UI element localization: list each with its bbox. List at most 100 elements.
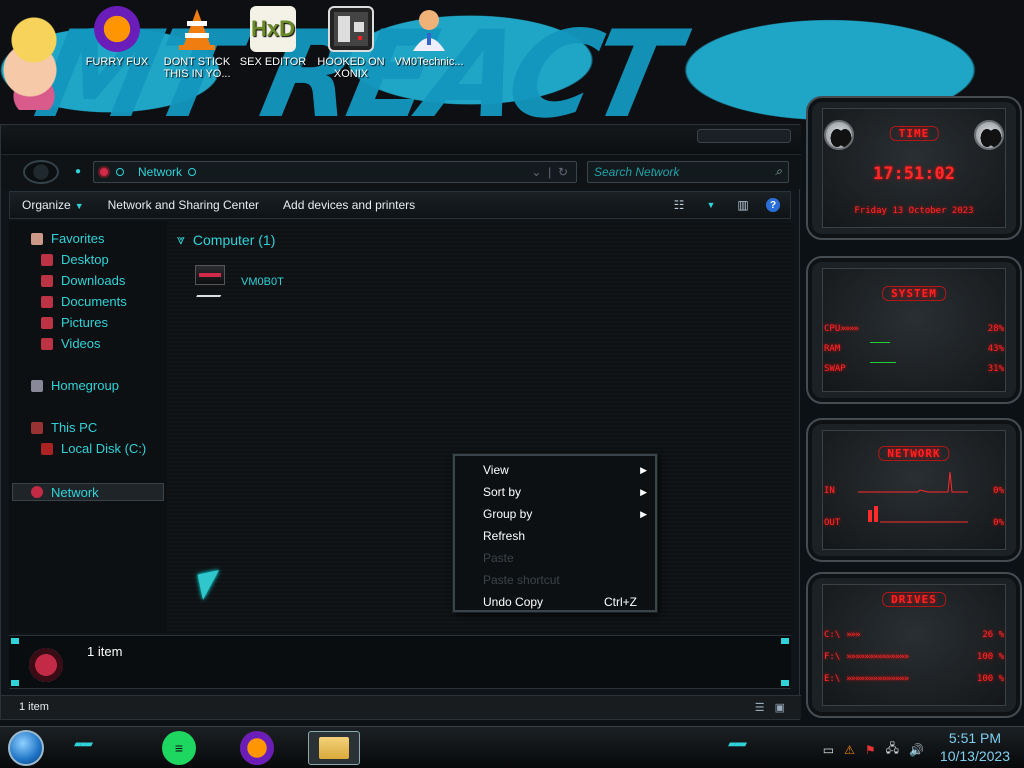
nav-videos[interactable]: Videos bbox=[41, 336, 101, 351]
nav-downloads[interactable]: Downloads bbox=[41, 273, 125, 288]
organize-button[interactable]: Organize ▼ bbox=[10, 198, 96, 212]
desktop-folder-icon bbox=[41, 253, 53, 266]
time-gadget[interactable]: TIME 17:51:02 Friday 13 October 2023 bbox=[806, 96, 1022, 240]
drive-icon bbox=[41, 442, 53, 455]
window-title-bar[interactable] bbox=[1, 125, 801, 155]
network-out-value: 0% bbox=[993, 518, 1004, 528]
window-controls[interactable] bbox=[697, 129, 791, 143]
menu-item-view[interactable]: View ▶ bbox=[455, 459, 655, 481]
taskbar: ▰▰▰ ≡ ▰▰▰ ▭ ⚠ ⚑ 🖧 🔊 5:51 PM 10/13/2023 bbox=[0, 726, 1024, 768]
drive-bar: »»»»»»»»»»»»»» bbox=[846, 652, 909, 662]
desktop-icon-furry-fux[interactable]: FURRY FUX bbox=[76, 6, 158, 68]
vlc-tray-icon[interactable]: ⚠ bbox=[844, 743, 855, 757]
add-devices-label: Add devices and printers bbox=[283, 198, 416, 212]
system-gadget[interactable]: SYSTEM CPU»»»» 28% RAM 43% SWAP 31% bbox=[806, 256, 1022, 404]
gadget-title: TIME bbox=[889, 126, 939, 141]
back-forward-orb[interactable] bbox=[23, 160, 59, 184]
help-icon[interactable]: ? bbox=[766, 198, 780, 212]
folder-icon bbox=[319, 737, 349, 759]
details-pane: 1 item bbox=[9, 635, 791, 689]
submenu-arrow-icon: ▶ bbox=[640, 487, 647, 497]
nav-network[interactable]: Network bbox=[12, 483, 164, 501]
gadget-title: DRIVES bbox=[882, 592, 946, 607]
drive-row: F:\ »»»»»»»»»»»»»» 100 % bbox=[824, 652, 1004, 662]
menu-item-refresh[interactable]: Refresh bbox=[455, 525, 655, 547]
preview-pane-icon[interactable]: ▥ bbox=[734, 196, 752, 214]
cpu-label: CPU bbox=[824, 324, 841, 334]
gadget-clock: 17:51:02 bbox=[873, 164, 955, 184]
search-placeholder: Search Network bbox=[594, 165, 680, 179]
nav-documents[interactable]: Documents bbox=[41, 294, 127, 309]
details-view-icon[interactable]: ☰ bbox=[755, 701, 765, 714]
nav-desktop[interactable]: Desktop bbox=[41, 252, 109, 267]
breadcrumb-separator-icon bbox=[188, 168, 197, 176]
chevron-down-icon[interactable]: ⩔ bbox=[177, 231, 185, 248]
taskbar-clock[interactable]: 5:51 PM 10/13/2023 bbox=[940, 729, 1010, 765]
volume-icon[interactable]: 🔊 bbox=[909, 743, 924, 757]
submenu-arrow-icon: ▶ bbox=[640, 465, 647, 475]
menu-item-undo-copy[interactable]: Undo Copy Ctrl+Z bbox=[455, 591, 655, 613]
menu-item-label: View bbox=[483, 463, 509, 477]
desktop-icon-vm0technic[interactable]: VM0Technic... bbox=[388, 6, 470, 68]
downloads-folder-icon bbox=[41, 274, 53, 287]
network-tray-icon[interactable]: 🖧 bbox=[886, 739, 899, 760]
show-hidden-icons-icon[interactable]: ▭ bbox=[823, 743, 834, 757]
start-orb-icon[interactable] bbox=[8, 730, 44, 766]
nav-local-disk[interactable]: Local Disk (C:) bbox=[41, 441, 146, 456]
address-field[interactable]: Network ⌄ | ↻ bbox=[93, 161, 577, 183]
menu-item-label: Paste bbox=[483, 551, 514, 565]
firefox-icon bbox=[94, 6, 140, 52]
address-controls[interactable]: ⌄ | ↻ bbox=[531, 165, 568, 179]
network-sharing-center-label: Network and Sharing Center bbox=[107, 198, 260, 212]
menu-item-label: Undo Copy bbox=[483, 595, 544, 609]
desktop-icon-label: HOOKED ON XONIX bbox=[317, 56, 385, 80]
menu-item-sort-by[interactable]: Sort by ▶ bbox=[455, 481, 655, 503]
nav-favorites[interactable]: Favorites bbox=[31, 231, 104, 246]
menu-item-paste: Paste bbox=[455, 547, 655, 569]
desktop-icon-vlc[interactable]: DONT STICK THIS IN YO... bbox=[156, 6, 238, 80]
ram-value: 43% bbox=[987, 344, 1004, 354]
system-tray: ▭ ⚠ ⚑ 🖧 🔊 bbox=[823, 739, 924, 760]
group-header-computer[interactable]: ⩔ Computer (1) bbox=[177, 231, 275, 248]
nav-label: This PC bbox=[51, 420, 98, 435]
network-gadget[interactable]: NETWORK IN 0% OUT 0% bbox=[806, 418, 1022, 562]
network-sharing-center-button[interactable]: Network and Sharing Center bbox=[96, 198, 271, 212]
search-input[interactable]: Search Network ⌕ bbox=[587, 161, 789, 183]
cartoon-sticker bbox=[0, 0, 68, 110]
desktop-icon-label: VM0Technic... bbox=[394, 56, 464, 68]
breadcrumb-network[interactable]: Network bbox=[138, 165, 182, 179]
action-center-flag-icon[interactable]: ⚑ bbox=[865, 743, 876, 757]
menu-item-shortcut: Ctrl+Z bbox=[604, 595, 637, 609]
desktop-icon-sex-editor[interactable]: HxD SEX EDITOR bbox=[232, 6, 314, 68]
network-computer-item[interactable]: VM0B0T bbox=[193, 265, 284, 299]
desktop-icon-label: FURRY FUX bbox=[85, 56, 149, 68]
nav-this-pc[interactable]: This PC bbox=[31, 420, 97, 435]
view-options-icon[interactable]: ☷ bbox=[670, 196, 688, 214]
spotify-icon[interactable]: ≡ bbox=[162, 731, 196, 765]
taskbar-time: 5:51 PM bbox=[948, 730, 1002, 746]
nav-pictures[interactable]: Pictures bbox=[41, 315, 108, 330]
computer-icon bbox=[31, 421, 43, 434]
firefox-icon[interactable] bbox=[240, 731, 274, 765]
search-icon[interactable]: ⌕ bbox=[775, 164, 782, 179]
chevron-down-icon[interactable]: ⌄ bbox=[531, 165, 541, 179]
drive-row: E:\ »»»»»»»»»»»»»» 100 % bbox=[824, 674, 1004, 684]
refresh-icon[interactable]: ↻ bbox=[558, 165, 568, 179]
add-devices-button[interactable]: Add devices and printers bbox=[271, 198, 427, 212]
cpu-value: 28% bbox=[987, 324, 1004, 334]
nav-label: Videos bbox=[61, 336, 101, 351]
nav-dot-icon: ● bbox=[75, 166, 82, 177]
desktop-icon-xonix[interactable]: HOOKED ON XONIX bbox=[310, 6, 392, 80]
swap-graph-line bbox=[870, 362, 896, 363]
nav-label: Favorites bbox=[51, 231, 105, 246]
context-menu: View ▶ Sort by ▶ Group by ▶ Refresh Paste P… bbox=[453, 454, 657, 612]
taskbar-decor-icon: ▰▰▰ bbox=[74, 739, 93, 750]
chevron-down-icon[interactable]: ▼ bbox=[702, 196, 720, 214]
menu-item-group-by[interactable]: Group by ▶ bbox=[455, 503, 655, 525]
network-out-label: OUT bbox=[824, 518, 841, 528]
drives-gadget[interactable]: DRIVES C:\ »»» 26 % F:\ »»»»»»»»»»»»»» 100 %… bbox=[806, 572, 1022, 718]
nav-homegroup[interactable]: Homegroup bbox=[31, 378, 119, 393]
large-icons-view-icon[interactable]: ▣ bbox=[775, 701, 785, 714]
drive-value: 100 % bbox=[976, 652, 1004, 662]
file-explorer-icon[interactable] bbox=[308, 731, 360, 765]
